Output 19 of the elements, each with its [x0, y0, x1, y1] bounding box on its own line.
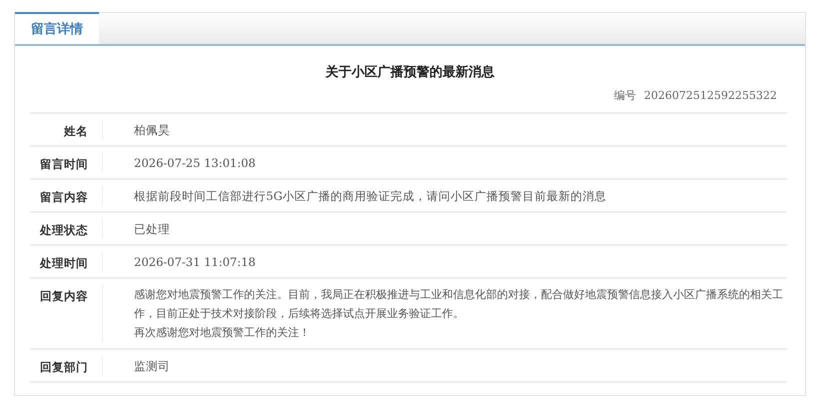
field-value: 根据前段时间工信部进行5G小区广播的商用验证完成，请问小区广播预警目前最新的消息 [133, 188, 608, 205]
field-value: 2026-07-25 13:01:08 [133, 155, 257, 172]
field-label: 处理时间 [38, 255, 89, 272]
field-value: 柏佩昊 [133, 122, 171, 139]
field-label: 留言时间 [39, 156, 89, 173]
number-label: 编号 [614, 88, 636, 104]
message-title: 关于小区广播预警的最新消息 [324, 64, 496, 82]
field-label: 留言内容 [39, 189, 89, 206]
tab[interactable]: 留言详情 [15, 12, 99, 44]
field-value: 2026-07-31 11:07:18 [133, 254, 257, 271]
field-label: 处理状态 [38, 222, 89, 239]
field-label: 回复部门 [39, 359, 89, 376]
field-value: 已处理 [133, 221, 171, 238]
number-value: 2026072512592255322 [644, 88, 777, 104]
reply-paragraph: 感谢您对地震预警工作的关注。目前，我局正在积极推进与工业和信息化部的对接，配合做好地震预警信息接入小区广播系统的相关工作，目前正处于技术对接阶段，后续将选择试点开展业务验证工作。 [134, 287, 783, 322]
field-label: 回复内容 [39, 288, 89, 305]
field-label: 姓名 [62, 123, 89, 140]
reply-paragraph: 再次感谢您对地震预警工作的关注！ [134, 325, 311, 341]
field-value: 监测司 [133, 358, 171, 375]
